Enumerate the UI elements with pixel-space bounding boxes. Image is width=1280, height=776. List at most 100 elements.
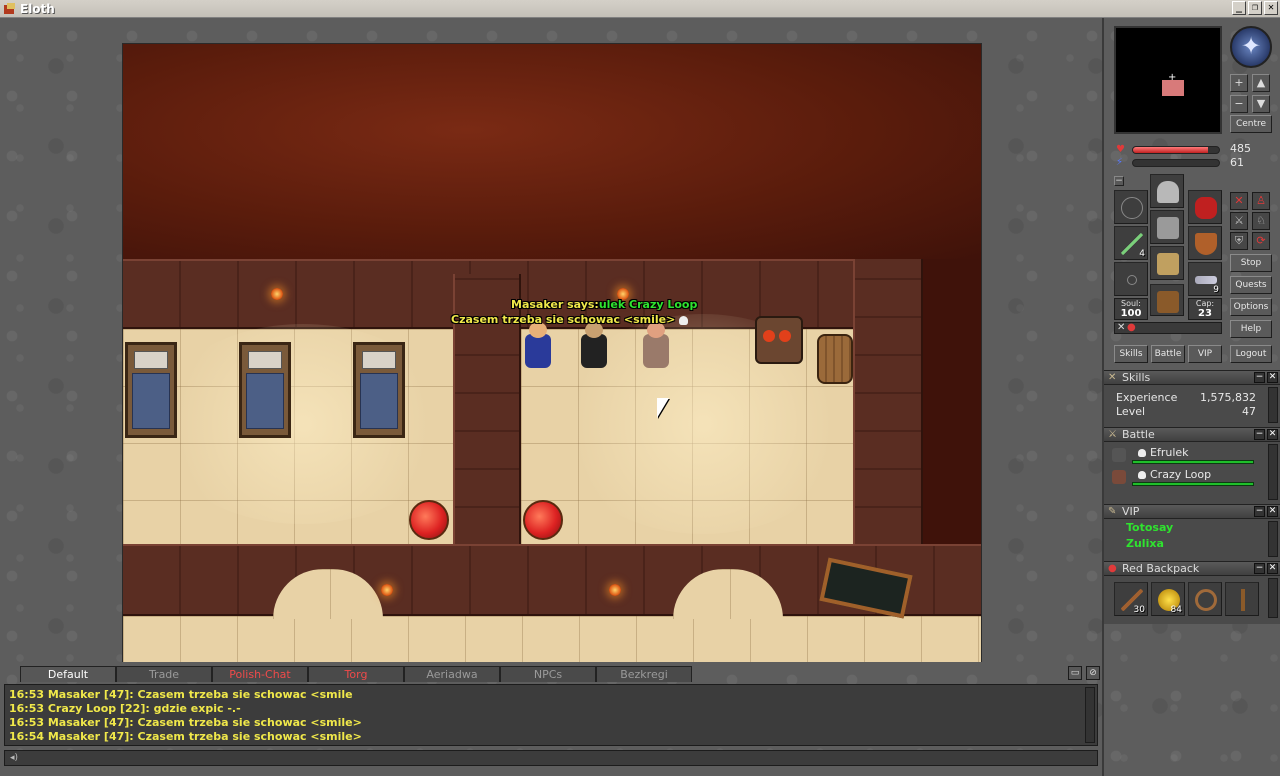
game-area: Masaker says:ulek Crazy Loop Czasem trze… xyxy=(0,18,1102,673)
boots-slot[interactable] xyxy=(1150,284,1184,316)
chat-input[interactable] xyxy=(25,752,1093,764)
minimap[interactable]: + xyxy=(1114,26,1222,134)
tab-aeriadwa[interactable]: Aeriadwa xyxy=(404,666,500,682)
battle-scrollbar[interactable] xyxy=(1268,444,1278,500)
character-crazy-loop[interactable] xyxy=(633,320,677,376)
options-button[interactable]: Options xyxy=(1230,298,1272,316)
shield-slot[interactable] xyxy=(1188,226,1222,260)
necklace-slot[interactable] xyxy=(1114,190,1148,224)
chat-log: 16:53 Masaker [47]: Czasem trzeba sie sc… xyxy=(4,684,1098,746)
vip-scrollbar[interactable] xyxy=(1268,521,1278,557)
vip-minimize-button[interactable]: − xyxy=(1254,506,1265,517)
balanced-mode-icon[interactable]: ⚔ xyxy=(1230,212,1248,230)
battle-window-title: Battle xyxy=(1122,428,1155,441)
ring-slot[interactable] xyxy=(1114,262,1148,296)
stand-mode-icon[interactable]: ♙ xyxy=(1252,192,1270,210)
help-button[interactable]: Help xyxy=(1230,320,1272,338)
battle-hp-bar xyxy=(1132,482,1254,486)
armor-slot[interactable] xyxy=(1150,210,1184,244)
vip-button[interactable]: VIP xyxy=(1188,345,1222,363)
restore-button[interactable]: ❐ xyxy=(1248,1,1262,15)
battle-entry[interactable]: Crazy Loop xyxy=(1112,468,1262,488)
compass-icon[interactable] xyxy=(1230,26,1272,68)
bed[interactable] xyxy=(125,342,177,438)
centre-button[interactable]: Centre xyxy=(1230,115,1272,133)
ammo-slot[interactable]: 9 xyxy=(1188,262,1222,296)
skills-window: ✕ Skills − ✕ Experience 1,575,832 Level 47 xyxy=(1104,370,1280,427)
oven[interactable] xyxy=(755,316,803,364)
vip-entry[interactable]: Zulixa xyxy=(1126,537,1164,550)
defensive-mode-icon[interactable]: ⛨ xyxy=(1230,232,1248,250)
close-button[interactable]: ✕ xyxy=(1264,1,1278,15)
minimize-button[interactable]: _ xyxy=(1232,1,1246,15)
gold-coins-icon[interactable]: 84 xyxy=(1151,582,1185,616)
chase-mode-icon[interactable]: ♘ xyxy=(1252,212,1270,230)
rope-icon[interactable] xyxy=(1188,582,1222,616)
mana-value: 61 xyxy=(1230,156,1244,169)
health-value: 485 xyxy=(1230,142,1251,155)
chat-line: 16:54 Masaker [47]: Czasem trzeba sie sc… xyxy=(9,730,362,743)
bed[interactable] xyxy=(239,342,291,438)
stop-button[interactable]: Stop xyxy=(1230,254,1272,272)
spear-icon[interactable]: 30 xyxy=(1114,582,1148,616)
secure-mode-icon[interactable]: ⟳ xyxy=(1252,232,1270,250)
legs-slot[interactable] xyxy=(1150,246,1184,280)
chat-line: 16:53 Masaker [47]: Czasem trzeba sie sc… xyxy=(9,716,362,729)
battle-condition-icon: ✕ xyxy=(1117,322,1126,333)
skill-row: Experience 1,575,832 xyxy=(1116,391,1256,404)
window-title: Eloth xyxy=(20,2,55,16)
character-masaker[interactable] xyxy=(515,320,559,376)
shovel-icon[interactable] xyxy=(1225,582,1259,616)
vip-entry[interactable]: Totosay xyxy=(1126,521,1173,534)
skill-row: Level 47 xyxy=(1116,405,1256,418)
tab-default[interactable]: Default xyxy=(20,666,116,682)
tab-bezkregi[interactable]: Bezkregi xyxy=(596,666,692,682)
ignore-icon[interactable]: ⊘ xyxy=(1086,666,1100,680)
skills-minimize-button[interactable]: − xyxy=(1254,372,1265,383)
floor-up-button[interactable]: ▲ xyxy=(1252,74,1270,92)
flower-pot[interactable] xyxy=(409,500,449,540)
minimize-inventory-button[interactable]: − xyxy=(1114,176,1124,186)
battle-minimize-button[interactable]: − xyxy=(1254,429,1265,440)
new-channel-icon[interactable]: ▭ xyxy=(1068,666,1082,680)
weapon-slot[interactable]: 4 xyxy=(1114,226,1148,260)
character-efrulek[interactable] xyxy=(571,320,615,376)
zoom-in-button[interactable]: + xyxy=(1230,74,1248,92)
vip-close-button[interactable]: ✕ xyxy=(1267,506,1278,517)
quests-button[interactable]: Quests xyxy=(1230,276,1272,294)
skills-window-title: Skills xyxy=(1122,371,1151,384)
skills-button[interactable]: Skills xyxy=(1114,345,1148,363)
backpack-close-button[interactable]: ✕ xyxy=(1267,563,1278,574)
chat-scrollbar[interactable] xyxy=(1085,687,1095,743)
skills-scrollbar[interactable] xyxy=(1268,387,1278,423)
speak-mode-icon[interactable]: ◂) xyxy=(7,752,21,764)
battle-hp-bar xyxy=(1132,460,1254,464)
battle-entry[interactable]: Efrulek xyxy=(1112,446,1262,466)
skills-close-button[interactable]: ✕ xyxy=(1267,372,1278,383)
logout-button[interactable]: Logout xyxy=(1230,345,1272,363)
skills-icon: ✕ xyxy=(1108,372,1117,383)
bed[interactable] xyxy=(353,342,405,438)
game-viewport[interactable]: Masaker says:ulek Crazy Loop Czasem trze… xyxy=(122,43,982,673)
creature-icon xyxy=(1112,448,1126,462)
tab-npcs[interactable]: NPCs xyxy=(500,666,596,682)
flower-pot[interactable] xyxy=(523,500,563,540)
tab-polish-chat[interactable]: Polish-Chat xyxy=(212,666,308,682)
backpack-minimize-button[interactable]: − xyxy=(1254,563,1265,574)
tab-trade[interactable]: Trade xyxy=(116,666,212,682)
helmet-slot[interactable] xyxy=(1150,174,1184,208)
vip-window-title: VIP xyxy=(1122,505,1140,518)
floor-down-button[interactable]: ▼ xyxy=(1252,95,1270,113)
backpack-slot[interactable] xyxy=(1188,190,1222,224)
backpack-scrollbar[interactable] xyxy=(1268,578,1278,618)
battle-button[interactable]: Battle xyxy=(1151,345,1185,363)
light-glow xyxy=(153,324,453,524)
offensive-mode-icon[interactable]: ✕ xyxy=(1230,192,1248,210)
health-bar xyxy=(1132,146,1220,154)
battle-close-button[interactable]: ✕ xyxy=(1267,429,1278,440)
east-wall xyxy=(853,259,923,544)
tab-torg[interactable]: Torg xyxy=(308,666,404,682)
barrel[interactable] xyxy=(817,334,853,384)
heart-icon: ♥ xyxy=(1116,144,1125,155)
zoom-out-button[interactable]: − xyxy=(1230,95,1248,113)
